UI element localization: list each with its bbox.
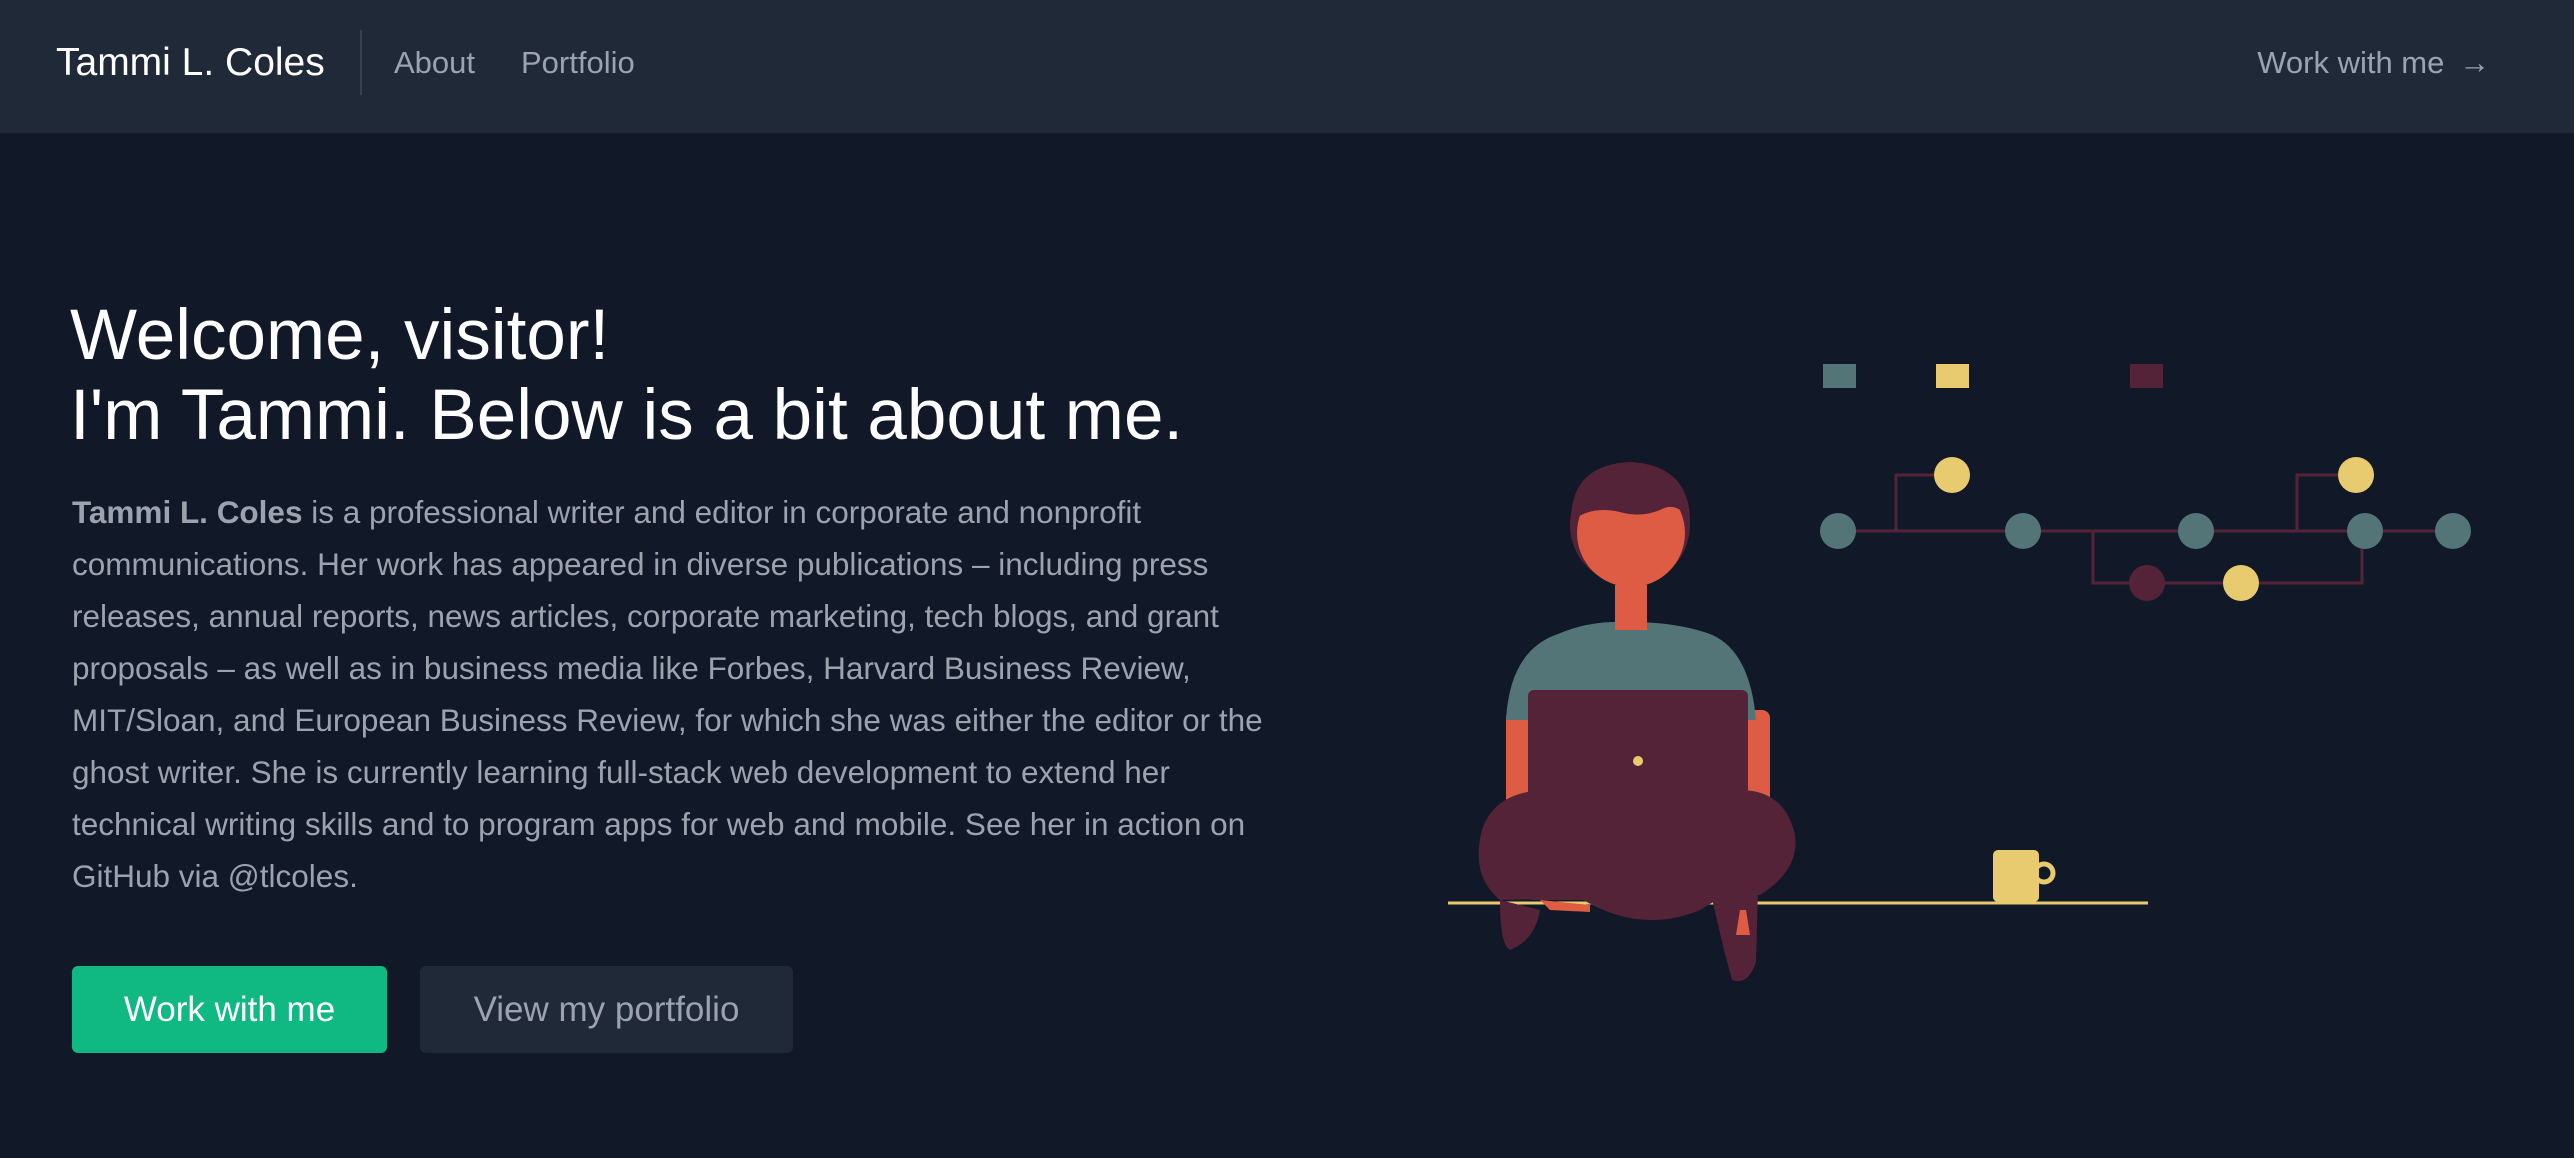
teal-node (1820, 513, 1856, 549)
teal-square (1823, 364, 1856, 388)
nav-work-with-me-link[interactable]: Work with me → (2257, 42, 2490, 84)
work-with-me-button[interactable]: Work with me (72, 966, 387, 1053)
top-navbar: Tammi L. Coles About Portfolio Work with… (0, 0, 2574, 133)
yellow-node (2223, 565, 2259, 601)
network-diagram (1820, 364, 2471, 601)
yellow-square (1936, 364, 1969, 388)
view-portfolio-button[interactable]: View my portfolio (420, 966, 793, 1053)
nav-cta-label: Work with me (2257, 45, 2445, 80)
teal-node (2005, 513, 2041, 549)
brand-link[interactable]: Tammi L. Coles (56, 38, 325, 88)
headline-line-1: Welcome, visitor! (70, 296, 610, 375)
nav-divider (360, 30, 362, 95)
teal-node (2435, 513, 2471, 549)
teal-node (2347, 513, 2383, 549)
bio-text: is a professional writer and editor in c… (72, 494, 1263, 894)
yellow-node (1934, 457, 1970, 493)
bio-paragraph: Tammi L. Coles is a professional writer … (72, 486, 1282, 902)
nav-link-portfolio[interactable]: Portfolio (521, 42, 635, 84)
teal-node (2178, 513, 2214, 549)
nav-link-about[interactable]: About (394, 42, 475, 84)
headline-line-2: I'm Tammi. Below is a bit about me. (70, 376, 1184, 455)
maroon-square (2130, 364, 2163, 388)
laptop-icon (1528, 690, 1748, 900)
yellow-node (2338, 457, 2374, 493)
hero-illustration (1448, 364, 2471, 982)
arrow-right-icon: → (2459, 45, 2490, 80)
hero-headline: Welcome, visitor! I'm Tammi. Below is a … (70, 296, 1183, 456)
maroon-node (2129, 565, 2165, 601)
mug-icon (1993, 850, 2056, 902)
bio-name: Tammi L. Coles (72, 494, 303, 530)
